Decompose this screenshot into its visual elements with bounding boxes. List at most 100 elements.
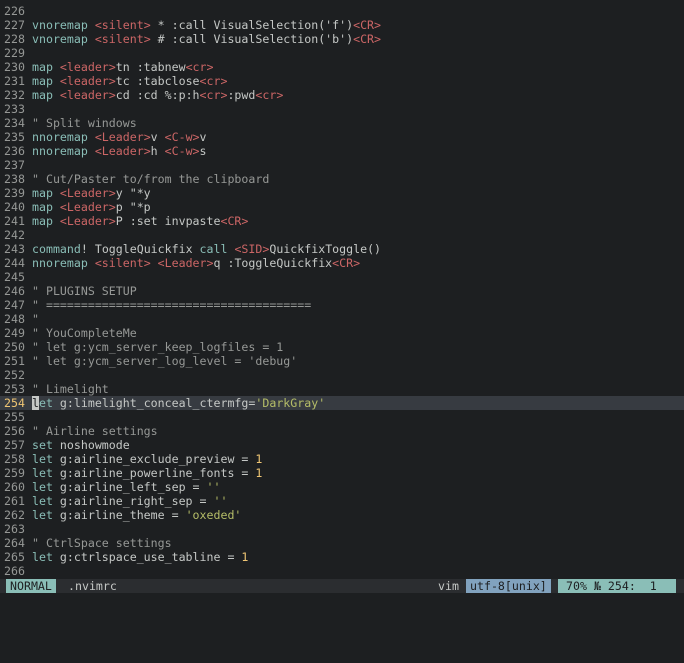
code-token: <silent> [94,18,151,32]
editor-buffer[interactable]: 226 227 vnoremap <silent> * :call VisualSe… [0,4,684,578]
code-line[interactable]: 251 " let g:ycm_server_log_level = 'debug… [0,354,684,368]
code-line[interactable]: 252 [0,368,684,382]
code-token: <Leader> [59,200,116,214]
line-number: 256 [4,424,25,438]
code-line[interactable]: 261 let g:airline_right_sep = '' [0,494,684,508]
code-line[interactable]: 229 [0,46,684,60]
code-line[interactable]: 263 [0,522,684,536]
code-token: nnoremap [32,144,95,158]
code-line[interactable]: 243 command! ToggleQuickfix call <SID>Qui… [0,242,684,256]
code-token: <Leader> [157,256,214,270]
code-line[interactable]: 240 map <Leader>p "*p [0,200,684,214]
code-line[interactable]: 242 [0,228,684,242]
code-token: vnoremap [32,18,95,32]
code-token: " Cut/Paster to/from the clipboard [32,172,270,186]
code-token: let [32,550,60,564]
code-token: " CtrlSpace settings [32,536,172,550]
code-line[interactable]: 260 let g:airline_left_sep = '' [0,480,684,494]
code-token: <leader> [59,74,116,88]
line-code: let g:airline_powerline_fonts = 1 [32,466,262,480]
line-code: nnoremap <silent> <Leader>q :ToggleQuick… [32,256,360,270]
code-token: set [32,438,60,452]
code-token: let [32,508,60,522]
code-line[interactable]: 231 map <leader>tc :tabclose<cr> [0,74,684,88]
code-token: <C-w> [164,130,200,144]
code-line[interactable]: 265 let g:ctrlspace_use_tabline = 1 [0,550,684,564]
code-line[interactable]: 237 [0,158,684,172]
code-token: '' [206,480,221,494]
code-token: g:airline_powerline_fonts = [59,466,256,480]
code-line[interactable]: 264 " CtrlSpace settings [0,536,684,550]
line-number: 226 [4,4,25,18]
line-number: 234 [4,116,25,130]
code-token: 1 [255,466,263,480]
code-line[interactable]: 247 " ===================================… [0,298,684,312]
code-line[interactable]: 232 map <leader>cd :cd %:p:h<cr>:pwd<cr> [0,88,684,102]
line-number: 233 [4,102,25,116]
code-line[interactable]: 245 [0,270,684,284]
code-token: map [32,214,60,228]
line-code: " Airline settings [32,424,158,438]
code-line[interactable]: 230 map <leader>tn :tabnew<cr> [0,60,684,74]
code-token: <C-w> [164,144,200,158]
code-line[interactable]: 238 " Cut/Paster to/from the clipboard [0,172,684,186]
code-token: vnoremap [32,32,95,46]
code-line[interactable]: 241 map <Leader>P :set invpaste<CR> [0,214,684,228]
code-token: g:airline_theme = [59,508,186,522]
line-code: " let g:ycm_server_log_level = 'debug' [32,354,297,368]
line-number: 246 [4,284,25,298]
line-number: 258 [4,452,25,466]
code-token: <Leader> [59,214,116,228]
code-line[interactable]: 244 nnoremap <silent> <Leader>q :ToggleQu… [0,256,684,270]
current-line[interactable]: 254 let g:limelight_conceal_ctermfg='Dark… [0,396,684,410]
code-token: " Limelight [32,382,109,396]
line-number: 237 [4,158,25,172]
line-code: map <leader>cd :cd %:p:h<cr>:pwd<cr> [32,88,283,102]
code-line[interactable]: 256 " Airline settings [0,424,684,438]
code-line[interactable]: 236 nnoremap <Leader>h <C-w>s [0,144,684,158]
code-line[interactable]: 262 let g:airline_theme = 'oxeded' [0,508,684,522]
code-token: # :call VisualSelection('b') [150,32,354,46]
code-token: " ====================================== [32,298,312,312]
code-token: <leader> [59,60,116,74]
code-line[interactable]: 258 let g:airline_exclude_preview = 1 [0,452,684,466]
code-token: h [150,144,165,158]
line-code: nnoremap <Leader>v <C-w>v [32,130,207,144]
code-token: <silent> [94,256,151,270]
line-code: nnoremap <Leader>h <C-w>s [32,144,207,158]
code-line[interactable]: 246 " PLUGINS SETUP [0,284,684,298]
code-token: v [199,130,207,144]
line-number: 235 [4,130,25,144]
code-line[interactable]: 253 " Limelight [0,382,684,396]
line-number: 264 [4,536,25,550]
line-number: 227 [4,18,25,32]
code-token: q :ToggleQuickfix [213,256,333,270]
code-line[interactable]: 266 [0,564,684,578]
line-number: 261 [4,494,25,508]
line-code: vnoremap <silent> * :call VisualSelectio… [32,18,381,32]
code-token: <leader> [59,88,116,102]
code-line[interactable]: 233 [0,102,684,116]
code-line[interactable]: 259 let g:airline_powerline_fonts = 1 [0,466,684,480]
code-line[interactable]: 248 " [0,312,684,326]
line-number: 265 [4,550,25,564]
command-line[interactable] [0,593,684,604]
code-token: ! ToggleQuickfix [80,242,200,256]
code-token: y "*y [115,186,151,200]
code-line[interactable]: 250 " let g:ycm_server_keep_logfiles = 1 [0,340,684,354]
code-line[interactable]: 228 vnoremap <silent> # :call VisualSelec… [0,32,684,46]
code-token: let [32,466,60,480]
code-token: " [32,312,39,326]
code-line[interactable]: 235 nnoremap <Leader>v <C-w>v [0,130,684,144]
line-number: 231 [4,74,25,88]
code-line[interactable]: 255 [0,410,684,424]
code-token: nnoremap [32,256,95,270]
code-line[interactable]: 226 [0,4,684,18]
code-line[interactable]: 227 vnoremap <silent> * :call VisualSelec… [0,18,684,32]
code-line[interactable]: 234 " Split windows [0,116,684,130]
code-token: s [199,144,207,158]
code-line[interactable]: 257 set noshowmode [0,438,684,452]
code-line[interactable]: 249 " YouCompleteMe [0,326,684,340]
code-line[interactable]: 239 map <Leader>y "*y [0,186,684,200]
